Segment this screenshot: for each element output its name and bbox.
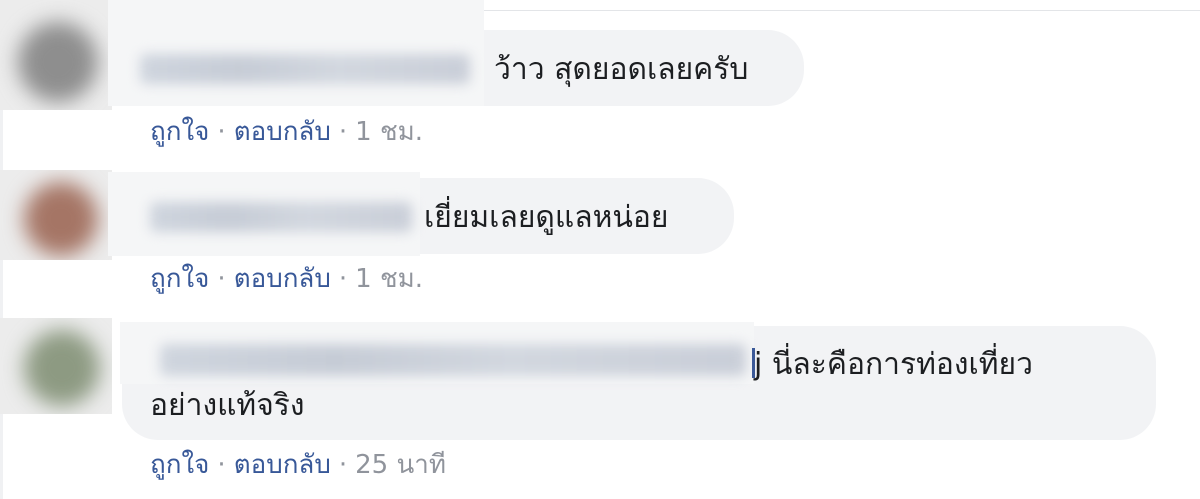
commenter-name[interactable] xyxy=(150,202,412,232)
comment-text: เยี่ยมเลยดูแลหน่อย xyxy=(424,200,669,235)
separator: · xyxy=(217,264,226,294)
timestamp[interactable]: 25 นาที xyxy=(355,450,446,480)
reply-link[interactable]: ตอบกลับ xyxy=(234,450,331,480)
timestamp[interactable]: 1 ชม. xyxy=(355,264,423,294)
separator: · xyxy=(217,450,226,480)
avatar[interactable] xyxy=(0,318,112,414)
comment-actions: ถูกใจ · ตอบกลับ · 1 ชม. xyxy=(150,263,423,295)
avatar[interactable] xyxy=(0,170,112,260)
avatar-image xyxy=(18,22,98,102)
name-redaction xyxy=(108,0,484,106)
comment-actions: ถูกใจ · ตอบกลับ · 25 นาที xyxy=(150,449,446,481)
avatar[interactable] xyxy=(0,0,112,110)
separator: · xyxy=(338,264,348,294)
commenter-name[interactable] xyxy=(140,54,470,84)
reply-link[interactable]: ตอบกลับ xyxy=(234,117,331,147)
comment-text: j นี่ละคือการท่องเที่ยว xyxy=(754,347,1033,382)
separator: · xyxy=(338,450,348,480)
comment-actions: ถูกใจ · ตอบกลับ · 1 ชม. xyxy=(150,116,423,148)
timestamp[interactable]: 1 ชม. xyxy=(355,117,423,147)
like-link[interactable]: ถูกใจ xyxy=(150,450,209,480)
separator: · xyxy=(338,117,348,147)
reply-link[interactable]: ตอบกลับ xyxy=(234,264,331,294)
avatar-image xyxy=(24,182,98,256)
avatar-image xyxy=(24,330,100,406)
comment-text-line-2: อย่างแท้จริง xyxy=(150,388,305,423)
comments-panel: ว้าว สุดยอดเลยครับ ถูกใจ · ตอบกลับ · 1 ชม. เ… xyxy=(0,0,1200,499)
like-link[interactable]: ถูกใจ xyxy=(150,117,209,147)
divider xyxy=(480,10,1200,11)
commenter-name[interactable] xyxy=(160,344,746,376)
like-link[interactable]: ถูกใจ xyxy=(150,264,209,294)
comment-text: ว้าว สุดยอดเลยครับ xyxy=(494,52,749,87)
separator: · xyxy=(217,117,226,147)
